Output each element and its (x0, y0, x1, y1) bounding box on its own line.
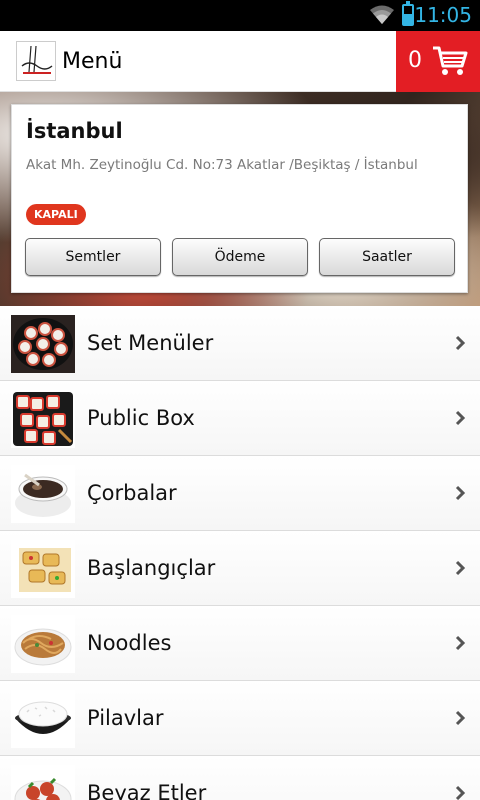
list-item-label: Public Box (87, 406, 195, 430)
list-item-public-box[interactable]: Public Box (0, 381, 480, 456)
chevron-right-icon (455, 710, 466, 726)
action-bar: Menü 0 (0, 31, 480, 92)
chevron-right-icon (455, 635, 466, 651)
noodles-image (11, 615, 75, 673)
list-item-noodles[interactable]: Noodles (0, 606, 480, 681)
card-button-row: Semtler Ödeme Saatler (25, 238, 455, 276)
chevron-right-icon (455, 485, 466, 501)
list-item-beyaz-etler[interactable]: Beyaz Etler (0, 756, 480, 800)
saatler-button[interactable]: Saatler (319, 238, 455, 276)
list-item-pilavlar[interactable]: Pilavlar (0, 681, 480, 756)
chevron-right-icon (455, 785, 466, 800)
rice-image (11, 690, 75, 748)
list-item-label: Beyaz Etler (87, 781, 207, 800)
white-meat-image (11, 765, 75, 800)
list-item-set-menuler[interactable]: Set Menüler (0, 306, 480, 381)
list-item-baslangiclar[interactable]: Başlangıçlar (0, 531, 480, 606)
public-box-image (11, 390, 75, 448)
cart-button[interactable]: 0 (396, 31, 480, 92)
public-logo-icon[interactable] (16, 41, 56, 81)
list-item-label: Başlangıçlar (87, 556, 216, 580)
page-title: Menü (62, 49, 123, 74)
cart-icon (433, 46, 468, 75)
list-item-label: Set Menüler (87, 331, 214, 355)
menu-list: Set Menüler Public Box Çorbalar Başlangı… (0, 306, 480, 800)
battery-icon (402, 1, 414, 26)
soup-image (11, 465, 75, 523)
status-time: 11:05 (414, 3, 472, 27)
wifi-icon (370, 5, 394, 24)
chevron-right-icon (455, 560, 466, 576)
chevron-right-icon (455, 335, 466, 351)
starters-image (11, 540, 75, 598)
cart-count: 0 (408, 48, 422, 73)
list-item-label: Pilavlar (87, 706, 164, 730)
status-bar: 11:05 (0, 0, 480, 31)
sushi-set-image (11, 315, 75, 373)
list-item-label: Çorbalar (87, 481, 177, 505)
chevron-right-icon (455, 410, 466, 426)
city-name: İstanbul (26, 119, 123, 143)
semtler-button[interactable]: Semtler (25, 238, 161, 276)
address-text: Akat Mh. Zeytinoğlu Cd. No:73 Akatlar /B… (26, 157, 418, 173)
odeme-button[interactable]: Ödeme (172, 238, 308, 276)
list-item-corbalar[interactable]: Çorbalar (0, 456, 480, 531)
status-badge: KAPALI (26, 204, 86, 225)
list-item-label: Noodles (87, 631, 172, 655)
location-card: İstanbul Akat Mh. Zeytinoğlu Cd. No:73 A… (11, 104, 468, 293)
